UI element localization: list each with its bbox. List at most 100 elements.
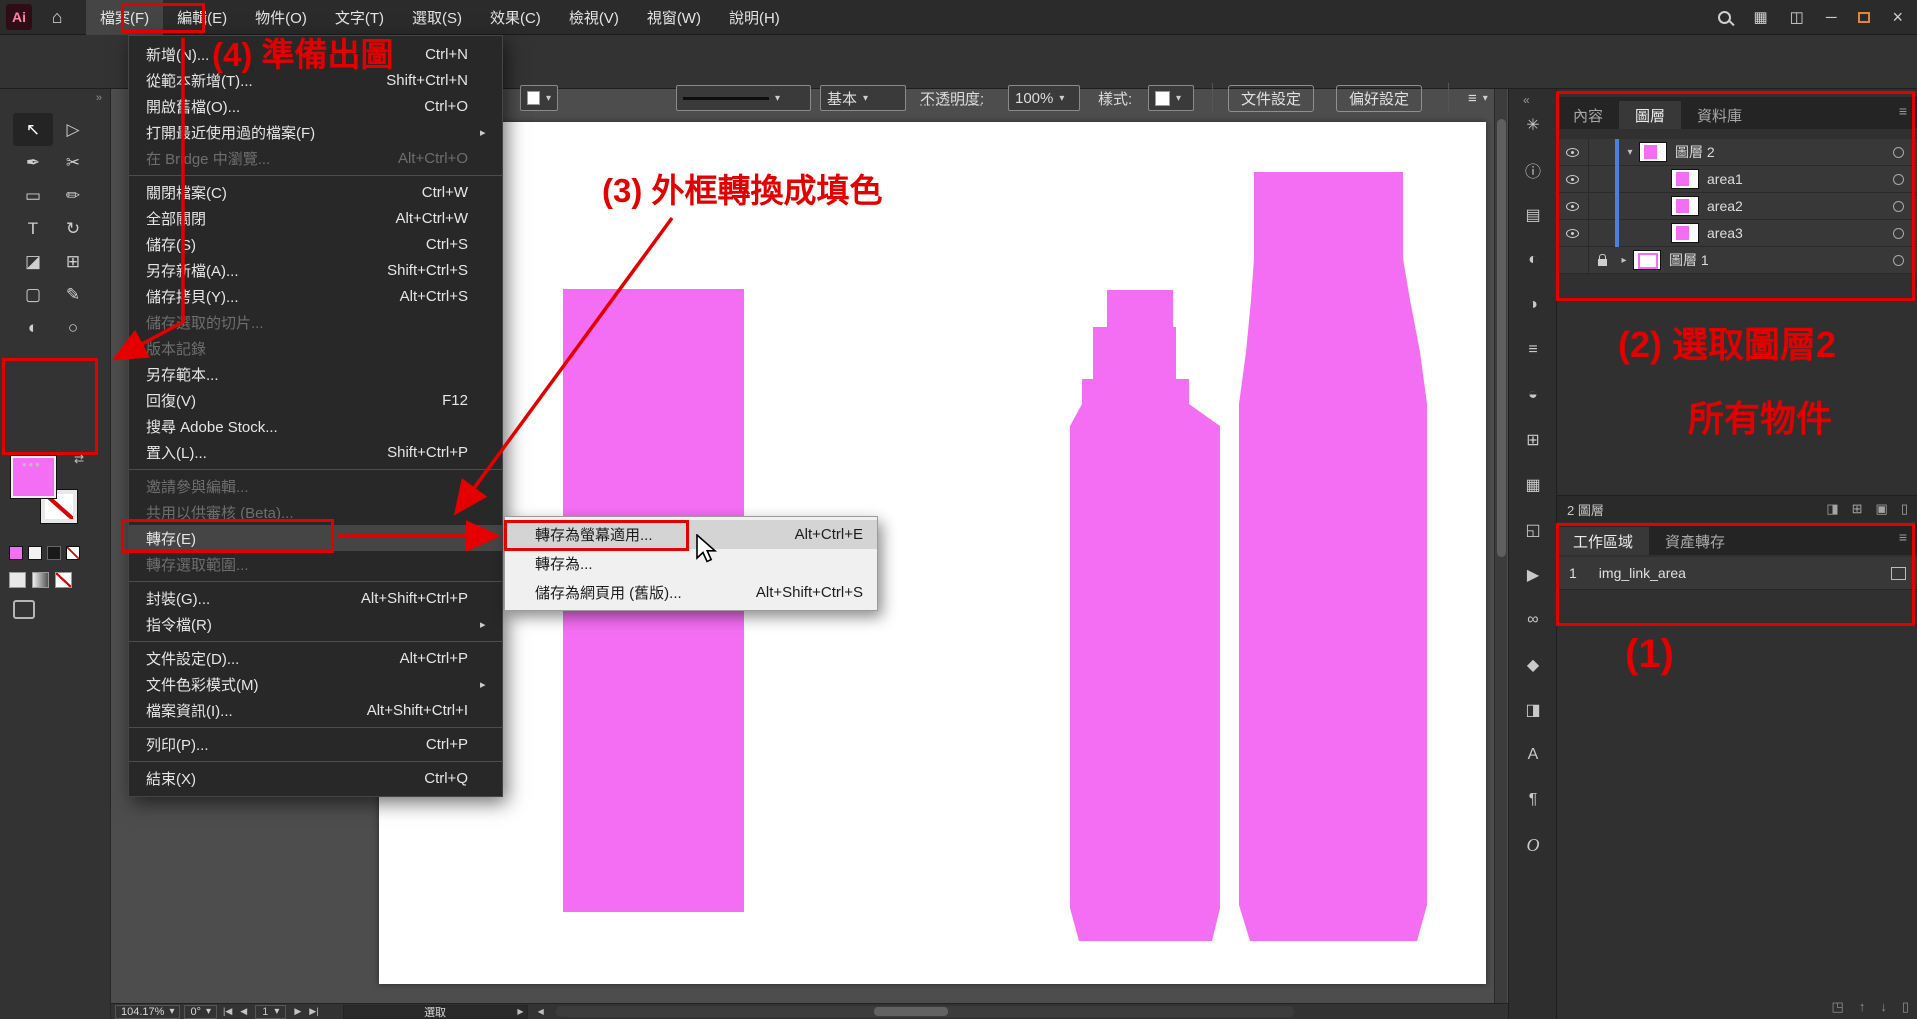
- draw-normal-mode-icon[interactable]: [13, 600, 35, 619]
- lock-toggle[interactable]: [1589, 193, 1615, 220]
- collapse-toolbar-icon[interactable]: »: [96, 92, 102, 104]
- file-menu-item[interactable]: 儲存選取的切片...: [129, 309, 502, 335]
- transform-panel-icon[interactable]: ⊞: [1516, 428, 1550, 452]
- swap-fill-stroke-icon[interactable]: ⇄: [74, 452, 84, 466]
- menu-help[interactable]: 說明(H): [715, 0, 794, 35]
- file-menu-item[interactable]: 開啟舊檔(O)... Ctrl+O: [129, 93, 502, 119]
- visibility-toggle[interactable]: [1557, 193, 1589, 220]
- vertical-scrollbar[interactable]: [1494, 89, 1507, 1003]
- artboard-name[interactable]: img_link_area: [1599, 565, 1686, 581]
- horizontal-scrollbar-thumb[interactable]: [874, 1007, 948, 1016]
- file-menu-item[interactable]: 版本記錄: [129, 335, 502, 361]
- info-panel-icon[interactable]: ⓘ: [1516, 158, 1550, 182]
- type-tool-icon[interactable]: T: [13, 212, 53, 245]
- align-dropdown[interactable]: ≡ ▾: [1462, 85, 1512, 111]
- close-window-icon[interactable]: ×: [1892, 7, 1903, 28]
- document-setup-button[interactable]: 文件設定: [1228, 85, 1314, 112]
- file-menu-item[interactable]: 邀請參與編輯...: [129, 473, 502, 499]
- file-menu-item[interactable]: 封裝(G)... Alt+Shift+Ctrl+P: [129, 585, 502, 611]
- file-menu-item[interactable]: [129, 757, 502, 765]
- file-menu-item[interactable]: [129, 171, 502, 179]
- expand-chevron-icon[interactable]: ▸: [1615, 255, 1633, 266]
- file-menu-item[interactable]: 在 Bridge 中瀏覽... Alt+Ctrl+O: [129, 145, 502, 171]
- tab-asset-export[interactable]: 資產轉存: [1649, 527, 1741, 555]
- tab-properties[interactable]: 內容: [1557, 101, 1619, 129]
- file-menu-item[interactable]: 儲存拷貝(Y)... Alt+Ctrl+S: [129, 283, 502, 309]
- expand-chevron-icon[interactable]: ▾: [1621, 147, 1639, 158]
- stroke-panel-icon[interactable]: ≡: [1516, 338, 1550, 362]
- layer-thumbnail[interactable]: [1671, 223, 1699, 243]
- search-icon[interactable]: [1718, 11, 1731, 24]
- file-menu-item[interactable]: [129, 577, 502, 585]
- gradient-panel-icon[interactable]: ◒: [1516, 383, 1550, 407]
- lock-toggle[interactable]: [1589, 220, 1615, 247]
- none-mode-icon[interactable]: [55, 572, 72, 588]
- pen-tool-icon[interactable]: ✒: [13, 146, 53, 179]
- minimize-window-icon[interactable]: ─: [1826, 9, 1837, 26]
- file-menu-item[interactable]: 回復(V) F12: [129, 387, 502, 413]
- restore-window-icon[interactable]: [1858, 12, 1870, 23]
- lock-toggle[interactable]: [1589, 166, 1615, 193]
- properties-panel-icon[interactable]: ✳: [1516, 113, 1550, 137]
- layers-panel-menu-icon[interactable]: ≡: [1899, 103, 1917, 125]
- move-down-icon[interactable]: ↓: [1880, 999, 1887, 1015]
- file-menu-item[interactable]: 檔案資訊(I)... Alt+Shift+Ctrl+I: [129, 697, 502, 723]
- new-sublayer-icon[interactable]: ⊞: [1852, 501, 1863, 517]
- visibility-toggle[interactable]: [1557, 139, 1589, 166]
- artboard-options-icon[interactable]: ◳: [1832, 999, 1844, 1015]
- edit-toolbar-dots-icon[interactable]: •••: [22, 457, 42, 472]
- target-circle-icon[interactable]: [1893, 228, 1904, 239]
- delete-layer-icon[interactable]: ▯: [1901, 501, 1908, 517]
- file-menu-item[interactable]: [129, 637, 502, 645]
- expand-panels-icon[interactable]: «: [1523, 93, 1530, 107]
- hint-back-icon[interactable]: ◀: [538, 1007, 544, 1016]
- stroke-profile-dropdown[interactable]: ▾: [676, 85, 811, 111]
- artboard-row-1[interactable]: 1 img_link_area: [1557, 557, 1917, 590]
- file-menu-item[interactable]: 打開最近使用過的檔案(F) ▸: [129, 119, 502, 145]
- horizontal-scrollbar[interactable]: [556, 1006, 1294, 1017]
- target-circle-icon[interactable]: [1893, 147, 1904, 158]
- tab-artboards[interactable]: 工作區域: [1557, 527, 1649, 555]
- zoom-dropdown[interactable]: 104.17% ▾: [115, 1005, 180, 1019]
- swatches-panel-icon[interactable]: ▤: [1516, 203, 1550, 227]
- lock-toggle[interactable]: [1589, 247, 1615, 274]
- layer-row-area1[interactable]: area1: [1557, 166, 1917, 193]
- direct-selection-tool-icon[interactable]: ▷: [53, 113, 93, 146]
- actions-panel-icon[interactable]: ▶: [1516, 563, 1550, 587]
- file-menu-item-export[interactable]: 轉存(E) ▸: [129, 525, 502, 551]
- file-menu-item[interactable]: 共用以供審核 (Beta)...: [129, 499, 502, 525]
- artboard-number-field[interactable]: 1 ▾: [255, 1005, 286, 1019]
- menu-effect[interactable]: 效果(C): [476, 0, 555, 35]
- target-circle-icon[interactable]: [1893, 255, 1904, 266]
- prev-artboard-icon[interactable]: ◀: [240, 1006, 247, 1017]
- visibility-toggle[interactable]: [1557, 220, 1589, 247]
- transform-tool-icon[interactable]: ⊞: [53, 245, 93, 278]
- rotation-dropdown[interactable]: 0° ▾: [184, 1005, 217, 1019]
- file-menu-item[interactable]: 文件設定(D)... Alt+Ctrl+P: [129, 645, 502, 671]
- menu-window[interactable]: 視窗(W): [633, 0, 715, 35]
- menu-edit[interactable]: 編輯(E): [163, 0, 241, 35]
- vertical-scrollbar-thumb[interactable]: [1497, 119, 1506, 557]
- links-panel-icon[interactable]: ∞: [1516, 608, 1550, 632]
- menu-file[interactable]: 檔案(F): [86, 0, 163, 35]
- mini-none-swatch[interactable]: [66, 546, 80, 560]
- menu-object[interactable]: 物件(O): [241, 0, 321, 35]
- rotate-tool-icon[interactable]: ↻: [53, 212, 93, 245]
- arrange-documents-icon[interactable]: ▦: [1753, 8, 1767, 26]
- mini-white-swatch[interactable]: [28, 546, 42, 560]
- file-menu-item[interactable]: 新增(N)... Ctrl+N: [129, 41, 502, 67]
- symbols-panel-icon[interactable]: ◆: [1516, 653, 1550, 677]
- shape-bottle-small[interactable]: [1070, 290, 1220, 941]
- workspace-layout-icon[interactable]: ◫: [1790, 8, 1804, 26]
- gradient-mode-icon[interactable]: [32, 572, 49, 588]
- file-menu-item[interactable]: 儲存(S) Ctrl+S: [129, 231, 502, 257]
- mini-black-swatch[interactable]: [47, 546, 61, 560]
- eraser-tool-icon[interactable]: ◪: [13, 245, 53, 278]
- mini-fill-swatch[interactable]: [9, 546, 23, 560]
- lock-toggle[interactable]: [1589, 139, 1615, 166]
- file-menu-item[interactable]: [129, 465, 502, 473]
- appearance-panel-icon[interactable]: ◨: [1516, 698, 1550, 722]
- preferences-button[interactable]: 偏好設定: [1336, 85, 1422, 112]
- shape-bottle-large[interactable]: [1239, 172, 1427, 941]
- file-menu-item[interactable]: 指令檔(R) ▸: [129, 611, 502, 637]
